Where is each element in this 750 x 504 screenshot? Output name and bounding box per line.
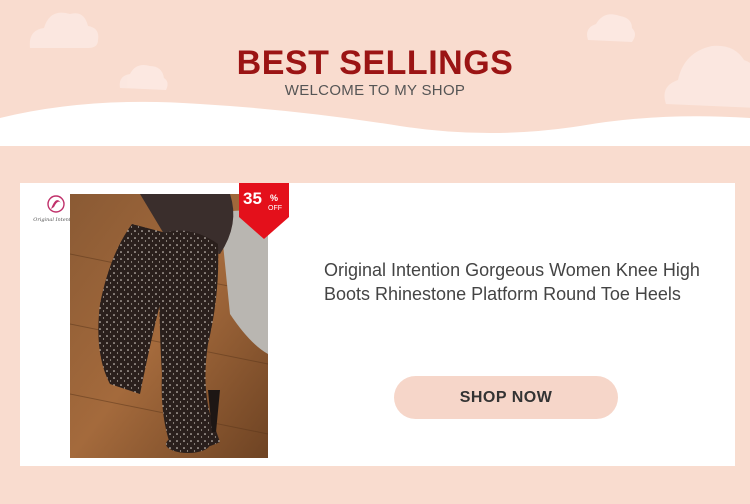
shop-now-button[interactable]: SHOP NOW — [394, 376, 618, 419]
discount-badge: 35 % OFF — [239, 183, 289, 239]
page-subtitle: WELCOME TO MY SHOP — [284, 82, 466, 99]
discount-number: 35 — [243, 189, 262, 208]
discount-off-label: OFF — [268, 205, 282, 212]
discount-percent-sign: % — [270, 193, 279, 203]
product-card: Original Intention 35 % OFF Original Int… — [20, 183, 735, 466]
product-title[interactable]: Original Intention Gorgeous Women Knee H… — [324, 258, 724, 309]
page-title: BEST SELLINGS — [236, 44, 514, 82]
banner-header: BEST SELLINGS WELCOME TO MY SHOP — [0, 0, 750, 150]
